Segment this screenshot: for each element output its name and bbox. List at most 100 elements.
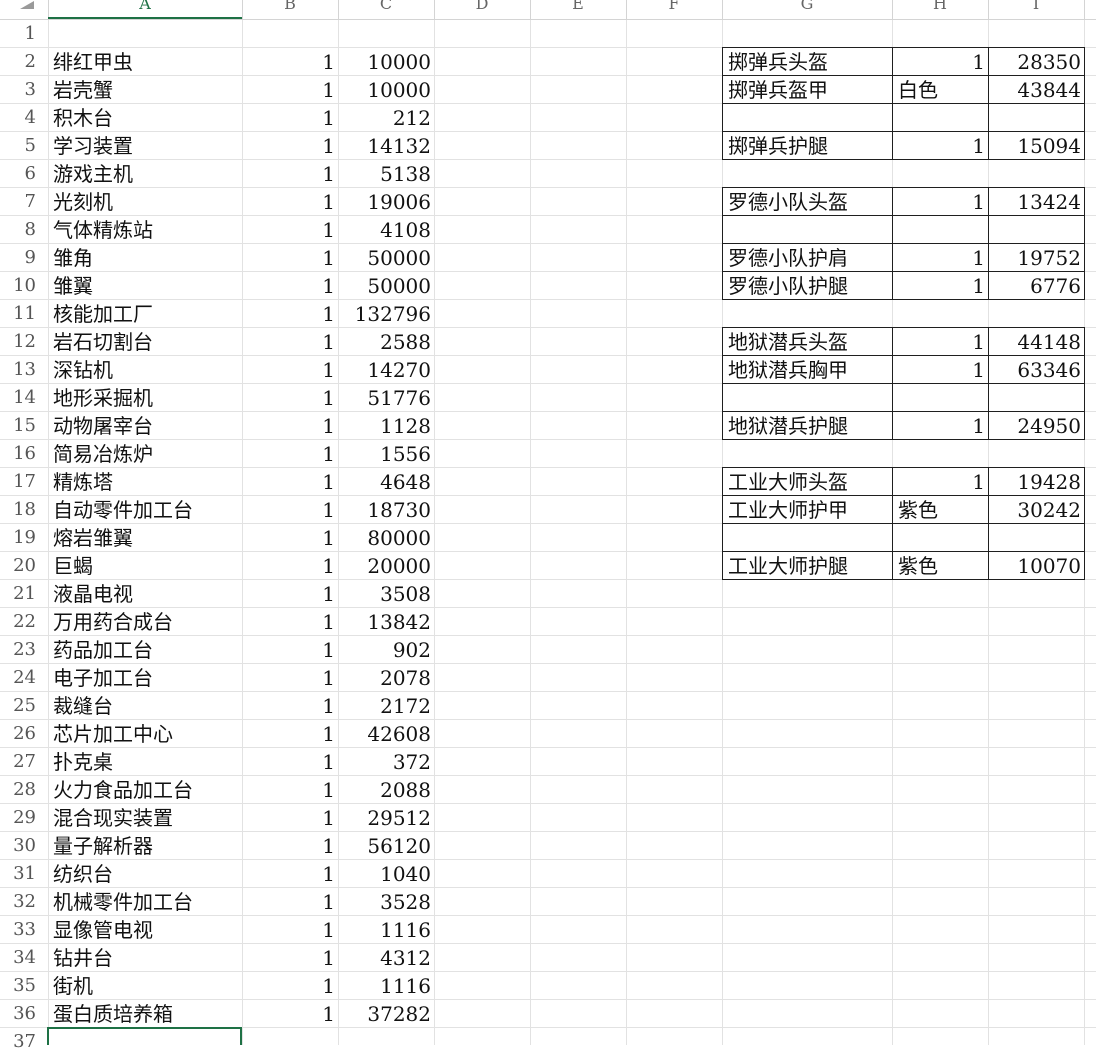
row-header[interactable]: 14 xyxy=(0,384,46,412)
cell-g[interactable]: 地狱潜兵护腿 xyxy=(723,412,892,440)
cell-i[interactable]: 63346 xyxy=(989,356,1084,384)
column-header-e[interactable]: E xyxy=(530,0,626,14)
row-header[interactable]: 17 xyxy=(0,468,46,496)
cell-c[interactable]: 51776 xyxy=(338,384,434,412)
cell-a[interactable]: 芯片加工中心 xyxy=(48,720,242,748)
cell-b[interactable]: 1 xyxy=(242,636,338,664)
cell-a[interactable]: 显像管电视 xyxy=(48,916,242,944)
cell-a[interactable]: 绯红甲虫 xyxy=(48,48,242,76)
cell-h[interactable] xyxy=(893,384,988,412)
column-header-h[interactable]: H xyxy=(892,0,988,14)
cell-a[interactable]: 学习装置 xyxy=(48,132,242,160)
cell-i[interactable]: 6776 xyxy=(989,272,1084,300)
cell-c[interactable]: 29512 xyxy=(338,804,434,832)
cell-c[interactable]: 902 xyxy=(338,636,434,664)
cell-b[interactable]: 1 xyxy=(242,552,338,580)
cell-b[interactable]: 1 xyxy=(242,384,338,412)
row-header[interactable]: 33 xyxy=(0,916,46,944)
cell-a[interactable]: 万用药合成台 xyxy=(48,608,242,636)
cell-a[interactable]: 地形采掘机 xyxy=(48,384,242,412)
cell-a[interactable]: 扑克桌 xyxy=(48,748,242,776)
column-header-a[interactable]: A xyxy=(48,0,242,14)
cell-b[interactable]: 1 xyxy=(242,412,338,440)
cell-b[interactable]: 1 xyxy=(242,748,338,776)
cell-c[interactable]: 1128 xyxy=(338,412,434,440)
column-header-f[interactable]: F xyxy=(626,0,722,14)
cell-i[interactable]: 24950 xyxy=(989,412,1084,440)
cell-a[interactable]: 岩石切割台 xyxy=(48,328,242,356)
row-header[interactable]: 9 xyxy=(0,244,46,272)
cell-h[interactable]: 紫色 xyxy=(893,496,988,524)
cell-a[interactable]: 简易冶炼炉 xyxy=(48,440,242,468)
cell-b[interactable]: 1 xyxy=(242,328,338,356)
cell-h[interactable]: 1 xyxy=(893,188,988,216)
row-header[interactable]: 10 xyxy=(0,272,46,300)
cell-h[interactable]: 1 xyxy=(893,272,988,300)
cell-i[interactable]: 28350 xyxy=(989,48,1084,76)
cell-b[interactable]: 1 xyxy=(242,272,338,300)
cell-c[interactable]: 1040 xyxy=(338,860,434,888)
cell-c[interactable]: 56120 xyxy=(338,832,434,860)
cell-c[interactable]: 10000 xyxy=(338,76,434,104)
cell-b[interactable]: 1 xyxy=(242,692,338,720)
cell-h[interactable] xyxy=(893,104,988,132)
cell-i[interactable]: 13424 xyxy=(989,188,1084,216)
cell-a[interactable]: 熔岩雏翼 xyxy=(48,524,242,552)
row-header[interactable]: 22 xyxy=(0,608,46,636)
cell-c[interactable]: 4108 xyxy=(338,216,434,244)
cell-b[interactable]: 1 xyxy=(242,860,338,888)
cell-h[interactable]: 1 xyxy=(893,244,988,272)
cell-h[interactable] xyxy=(893,524,988,552)
cell-a[interactable]: 裁缝台 xyxy=(48,692,242,720)
cell-h[interactable]: 1 xyxy=(893,48,988,76)
cell-c[interactable]: 42608 xyxy=(338,720,434,748)
cell-a[interactable]: 火力食品加工台 xyxy=(48,776,242,804)
spreadsheet[interactable]: ABCDEFGHI 1 2 3 4 5 6 7 8 9 10 11 12 13 14 15 16 17 18 19 2… xyxy=(0,0,1096,1052)
cell-c[interactable]: 4648 xyxy=(338,468,434,496)
cell-c[interactable]: 1116 xyxy=(338,916,434,944)
row-header[interactable]: 37 xyxy=(0,1028,46,1056)
cell-h[interactable] xyxy=(893,216,988,244)
cell-i[interactable] xyxy=(989,216,1084,244)
row-header[interactable]: 23 xyxy=(0,636,46,664)
row-header[interactable]: 3 xyxy=(0,76,46,104)
cell-a[interactable]: 游戏主机 xyxy=(48,160,242,188)
cell-g[interactable]: 罗德小队护肩 xyxy=(723,244,892,272)
cell-b[interactable]: 1 xyxy=(242,496,338,524)
row-header[interactable]: 4 xyxy=(0,104,46,132)
row-header[interactable]: 30 xyxy=(0,832,46,860)
column-header-c[interactable]: C xyxy=(338,0,434,14)
cell-b[interactable]: 1 xyxy=(242,608,338,636)
cell-a[interactable]: 混合现实装置 xyxy=(48,804,242,832)
cell-h[interactable]: 紫色 xyxy=(893,552,988,580)
cell-c[interactable]: 372 xyxy=(338,748,434,776)
cell-b[interactable]: 1 xyxy=(242,664,338,692)
cell-i[interactable] xyxy=(989,384,1084,412)
cell-h[interactable]: 1 xyxy=(893,132,988,160)
cell-a[interactable]: 药品加工台 xyxy=(48,636,242,664)
cell-a[interactable]: 蛋白质培养箱 xyxy=(48,1000,242,1028)
cell-b[interactable]: 1 xyxy=(242,244,338,272)
column-header-b[interactable]: B xyxy=(242,0,338,14)
cell-c[interactable]: 80000 xyxy=(338,524,434,552)
cell-g[interactable]: 地狱潜兵头盔 xyxy=(723,328,892,356)
row-header[interactable]: 1 xyxy=(0,20,46,48)
cell-h[interactable]: 白色 xyxy=(893,76,988,104)
cell-g[interactable]: 掷弹兵头盔 xyxy=(723,48,892,76)
cell-a[interactable]: 液晶电视 xyxy=(48,580,242,608)
row-header[interactable]: 8 xyxy=(0,216,46,244)
cell-b[interactable]: 1 xyxy=(242,888,338,916)
row-header[interactable]: 18 xyxy=(0,496,46,524)
row-header[interactable]: 31 xyxy=(0,860,46,888)
row-header[interactable]: 19 xyxy=(0,524,46,552)
cell-c[interactable]: 10000 xyxy=(338,48,434,76)
row-header[interactable]: 16 xyxy=(0,440,46,468)
cell-b[interactable]: 1 xyxy=(242,48,338,76)
cell-a[interactable]: 巨蝎 xyxy=(48,552,242,580)
row-header[interactable]: 11 xyxy=(0,300,46,328)
cell-c[interactable]: 2088 xyxy=(338,776,434,804)
cell-b[interactable]: 1 xyxy=(242,76,338,104)
cell-c[interactable]: 14132 xyxy=(338,132,434,160)
cell-a[interactable]: 电子加工台 xyxy=(48,664,242,692)
cell-c[interactable]: 2588 xyxy=(338,328,434,356)
